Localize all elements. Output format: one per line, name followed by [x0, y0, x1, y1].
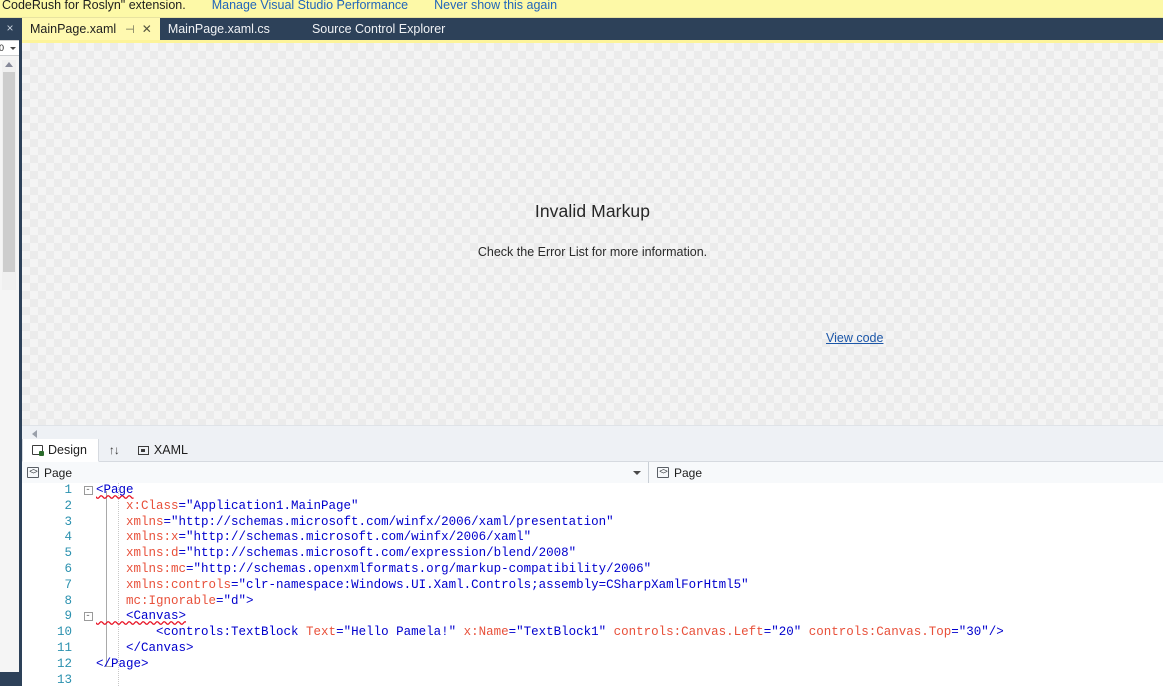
tab-source-control-explorer[interactable]: Source Control Explorer — [304, 18, 453, 40]
xaml-code-editor[interactable]: 1- <Page 2 x:Class="Application1.MainPage"… — [22, 483, 1163, 686]
tab-xaml-label: XAML — [153, 443, 188, 457]
invalid-markup-panel: Invalid Markup Check the Error List for … — [22, 43, 1163, 425]
document-tab-strip: MainPage.xaml ⊣ ✕ MainPage.xaml.cs Sourc… — [22, 18, 1163, 40]
code-line[interactable]: 7 xmlns:controls="clr-namespace:Windows.… — [22, 578, 1163, 594]
line-number: 9 — [64, 609, 72, 624]
code-line[interactable]: 4 xmlns:x="http://schemas.microsoft.com/… — [22, 530, 1163, 546]
breadcrumb-left-selector[interactable]: <> Page — [22, 462, 649, 483]
line-number: 3 — [64, 514, 72, 529]
notification-text: CodeRush for Roslyn" extension. — [2, 0, 186, 12]
tab-design-label: Design — [48, 443, 87, 457]
breadcrumb-right-selector[interactable]: <> Page — [649, 462, 1163, 483]
close-icon[interactable]: × — [3, 20, 17, 36]
code-line[interactable]: 9- <Canvas> — [22, 609, 1163, 625]
tab-mainpage-xaml-cs[interactable]: MainPage.xaml.cs — [160, 18, 278, 40]
xaml-view-icon — [137, 445, 149, 455]
code-text: xmlns:mc="http://schemas.openxmlformats.… — [96, 561, 652, 576]
invalid-markup-subtitle: Check the Error List for more informatio… — [477, 245, 708, 259]
code-line[interactable]: 11 </Canvas> — [22, 641, 1163, 657]
line-number: 6 — [64, 561, 72, 576]
tab-xaml[interactable]: XAML — [129, 439, 199, 461]
tab-design[interactable]: Design — [22, 439, 99, 462]
code-text: </Canvas> — [96, 640, 194, 655]
code-line[interactable]: 2 x:Class="Application1.MainPage" — [22, 499, 1163, 515]
tab-label: MainPage.xaml.cs — [167, 22, 270, 36]
collapse-toggle-icon[interactable]: - — [80, 483, 96, 498]
close-icon[interactable]: ✕ — [142, 22, 152, 36]
code-text: xmlns="http://schemas.microsoft.com/winf… — [96, 514, 614, 529]
never-show-again-link[interactable]: Never show this again — [434, 0, 557, 12]
designer-view-tabs: Design ↑↓ XAML — [22, 439, 1163, 462]
scroll-up-icon[interactable] — [5, 62, 13, 67]
vertical-scrollbar[interactable] — [2, 60, 16, 290]
breadcrumb-left-label: Page — [44, 465, 73, 480]
tab-label: MainPage.xaml — [30, 22, 117, 36]
line-number: 13 — [56, 672, 72, 686]
tab-mainpage-xaml[interactable]: MainPage.xaml ⊣ ✕ — [22, 18, 160, 40]
manage-performance-link[interactable]: Manage Visual Studio Performance — [212, 0, 408, 12]
line-number: 8 — [64, 593, 72, 608]
code-line[interactable]: 8 mc:Ignorable="d"> — [22, 594, 1163, 610]
tab-spacer — [278, 18, 304, 40]
page-element-icon: <> — [657, 467, 669, 478]
breadcrumb-right-label: Page — [674, 465, 703, 480]
line-number: 4 — [64, 530, 72, 545]
code-line[interactable]: 6 xmlns:mc="http://schemas.openxmlformat… — [22, 562, 1163, 578]
page-title: Invalid Markup — [534, 201, 651, 221]
code-text: xmlns:x="http://schemas.microsoft.com/wi… — [96, 530, 532, 545]
design-view-icon — [32, 445, 44, 456]
code-text: xmlns:d="http://schemas.microsoft.com/ex… — [96, 546, 577, 561]
code-text: mc:Ignorable="d"> — [96, 593, 254, 608]
scroll-left-icon[interactable] — [32, 430, 37, 438]
code-line[interactable]: 3 xmlns="http://schemas.microsoft.com/wi… — [22, 515, 1163, 531]
breadcrumb: <> Page <> Page — [22, 462, 1163, 483]
line-number: 12 — [56, 656, 72, 671]
zoom-value: 0 — [0, 43, 5, 53]
code-text: <Canvas> — [96, 609, 187, 624]
designer-horizontal-scrollbar[interactable] — [22, 425, 1163, 439]
code-line[interactable]: 10 <controls:TextBlock Text="Hello Pamel… — [22, 625, 1163, 641]
code-text: xmlns:controls="clr-namespace:Windows.UI… — [96, 577, 749, 592]
designer-canvas[interactable]: Invalid Markup Check the Error List for … — [22, 43, 1163, 425]
line-number: 1 — [64, 483, 72, 497]
line-number: 7 — [64, 577, 72, 592]
line-number: 11 — [56, 640, 72, 655]
view-code-link[interactable]: View code — [826, 331, 883, 345]
code-line[interactable]: 1- <Page — [22, 483, 1163, 499]
code-line[interactable]: 13 — [22, 673, 1163, 686]
page-element-icon: <> — [27, 467, 39, 478]
code-text: <controls:TextBlock Text="Hello Pamela!"… — [96, 625, 1004, 640]
code-text: </Page> — [96, 656, 149, 671]
code-lines-container[interactable]: 1- <Page 2 x:Class="Application1.MainPage"… — [22, 483, 1163, 686]
code-line[interactable]: 5 xmlns:d="http://schemas.microsoft.com/… — [22, 546, 1163, 562]
line-number: 5 — [64, 546, 72, 561]
code-text: <Page — [96, 483, 134, 497]
tab-label: Source Control Explorer — [311, 22, 446, 36]
swap-panes-button[interactable]: ↑↓ — [99, 439, 129, 461]
zoom-dropdown[interactable]: 0 — [0, 40, 20, 56]
chevron-down-icon — [10, 46, 16, 50]
code-text: x:Class="Application1.MainPage" — [96, 498, 359, 513]
chevron-down-icon[interactable] — [633, 470, 641, 475]
notification-bar: CodeRush for Roslyn" extension. Manage V… — [0, 0, 1163, 18]
line-number: 2 — [64, 498, 72, 513]
line-number: 10 — [56, 625, 72, 640]
xaml-designer-surface[interactable]: Invalid Markup Check the Error List for … — [22, 40, 1163, 425]
scrollbar-thumb[interactable] — [3, 72, 15, 272]
pin-icon[interactable]: ⊣ — [125, 23, 135, 36]
bottom-left-chrome — [0, 672, 22, 686]
collapse-toggle-icon[interactable]: - — [80, 609, 96, 624]
tab-strip-filler — [453, 18, 1163, 40]
code-line[interactable]: 12 </Page> — [22, 657, 1163, 673]
